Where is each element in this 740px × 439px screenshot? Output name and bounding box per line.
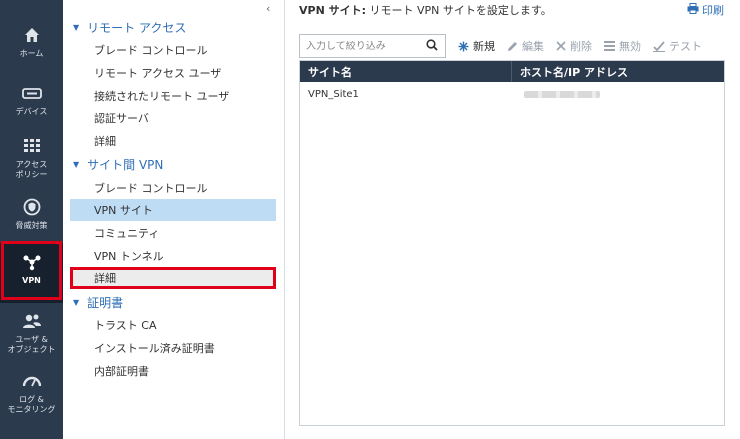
page-title-bold: VPN サイト:	[299, 4, 367, 17]
tree-section-label: リモート アクセス	[87, 20, 187, 35]
test-button[interactable]: テスト	[653, 38, 702, 54]
collapse-panel-button[interactable]: ‹	[266, 2, 270, 15]
vpn-highlight-frame	[1, 241, 62, 300]
tree-item-communities[interactable]: コミュニティ	[70, 222, 276, 244]
pencil-icon	[507, 41, 518, 52]
edit-button[interactable]: 編集	[507, 38, 544, 54]
column-header-site-name[interactable]: サイト名	[300, 61, 512, 82]
page-title: VPN サイト: リモート VPN サイトを設定します。	[299, 2, 552, 18]
search-icon[interactable]	[426, 38, 438, 54]
tree-item-label: VPN トンネル	[94, 250, 164, 263]
nav-logs-label: ログ & モニタリング	[7, 395, 56, 414]
nav-logs[interactable]: ログ & モニタリング	[0, 362, 63, 422]
tree-item-installed-certs[interactable]: インストール済み証明書	[70, 337, 276, 359]
tree-item-label: 接続されたリモート ユーザ	[94, 90, 230, 103]
nav-devices-label: デバイス	[15, 107, 48, 116]
tree-section-site-to-site[interactable]: ▼ サイト間 VPN	[73, 154, 163, 174]
tree-section-remote-access[interactable]: ▼ リモート アクセス	[73, 17, 186, 37]
nav-threat-label: 脅威対策	[15, 221, 48, 230]
tree-item-label: リモート アクセス ユーザ	[94, 67, 222, 80]
nav-access-policy[interactable]: アクセス ポリシー	[0, 127, 63, 187]
tree-item-s2s-blade-control[interactable]: ブレード コントロール	[70, 177, 276, 199]
nav-devices[interactable]: デバイス	[0, 74, 63, 134]
caret-down-icon: ▼	[73, 297, 80, 307]
redacted-address	[524, 90, 600, 98]
tree-item-trusted-ca[interactable]: トラスト CA	[70, 314, 276, 336]
grid-icon	[21, 135, 43, 157]
tree-item-connected-users[interactable]: 接続されたリモート ユーザ	[70, 85, 276, 107]
filter-search-box	[299, 34, 446, 58]
tree-item-auth-servers[interactable]: 認証サーバ	[70, 107, 276, 129]
tree-item-label: VPN サイト	[94, 204, 153, 217]
grid-toolbar: 新規 編集 削除 無効 テスト	[299, 34, 702, 58]
tree-item-label: 認証サーバ	[94, 112, 149, 125]
shield-icon	[21, 196, 43, 218]
delete-label: 削除	[570, 40, 592, 53]
print-icon	[687, 3, 699, 17]
users-icon	[21, 310, 43, 332]
cell-host-ip	[512, 82, 724, 106]
caret-down-icon: ▼	[73, 22, 80, 32]
page-title-description: リモート VPN サイトを設定します。	[366, 4, 552, 17]
nav-users[interactable]: ユーザ & オブジェクト	[0, 302, 63, 362]
grid-header-row: サイト名 ホスト名/IP アドレス	[300, 61, 724, 82]
tree-item-label: トラスト CA	[94, 319, 157, 332]
cell-site-name: VPN_Site1	[308, 88, 359, 100]
tree-item-label: 内部証明書	[94, 365, 149, 378]
new-star-icon	[458, 41, 469, 52]
tree-item-label: インストール済み証明書	[94, 342, 215, 355]
nav-users-label: ユーザ & オブジェクト	[7, 335, 56, 354]
main-nav-rail: ホーム デバイス アクセス ポリシー 脅威対策 VPN ユーザ & オブジェクト…	[0, 0, 63, 439]
tree-item-vpn-tunnels[interactable]: VPN トンネル	[70, 245, 276, 267]
test-label: テスト	[669, 40, 702, 53]
new-button[interactable]: 新規	[458, 38, 495, 54]
print-label: 印刷	[702, 4, 724, 17]
new-label: 新規	[473, 40, 495, 53]
edit-label: 編集	[522, 40, 544, 53]
tree-item-s2s-advanced[interactable]: 詳細	[70, 267, 276, 289]
vpn-navigation-tree: ‹ ▼ リモート アクセス ブレード コントロール リモート アクセス ユーザ …	[63, 0, 285, 439]
gauge-icon	[21, 370, 43, 392]
print-button[interactable]: 印刷	[687, 2, 724, 18]
tree-section-certificates[interactable]: ▼ 証明書	[73, 292, 123, 312]
close-icon	[556, 41, 566, 51]
tree-item-ra-users[interactable]: リモート アクセス ユーザ	[70, 62, 276, 84]
vpn-sites-grid: サイト名 ホスト名/IP アドレス VPN_Site1	[299, 60, 725, 426]
checkmark-icon	[653, 40, 665, 52]
tree-item-internal-certs[interactable]: 内部証明書	[70, 360, 276, 382]
tree-item-vpn-sites[interactable]: VPN サイト	[70, 199, 276, 221]
tree-item-ra-advanced[interactable]: 詳細	[70, 130, 276, 152]
device-icon	[21, 82, 43, 104]
table-row[interactable]: VPN_Site1	[300, 82, 724, 106]
nav-threat[interactable]: 脅威対策	[0, 188, 63, 248]
nav-home-label: ホーム	[19, 49, 44, 58]
nav-access-policy-label: アクセス ポリシー	[15, 160, 48, 179]
tree-item-label: 詳細	[94, 272, 116, 285]
tree-item-label: コミュニティ	[94, 227, 160, 240]
home-icon	[21, 24, 43, 46]
caret-down-icon: ▼	[73, 159, 80, 169]
column-header-host-ip[interactable]: ホスト名/IP アドレス	[512, 61, 724, 82]
filter-input[interactable]	[306, 40, 426, 52]
disable-label: 無効	[619, 40, 641, 53]
disable-button[interactable]: 無効	[604, 38, 641, 54]
tree-item-ra-blade-control[interactable]: ブレード コントロール	[70, 39, 276, 61]
list-icon	[604, 41, 615, 51]
tree-item-label: 詳細	[94, 135, 116, 148]
tree-section-label: 証明書	[87, 295, 124, 310]
tree-section-label: サイト間 VPN	[87, 157, 164, 172]
vpn-sites-page: VPN サイト: リモート VPN サイトを設定します。 印刷 新規 編集	[286, 0, 740, 439]
tree-item-label: ブレード コントロール	[94, 44, 208, 57]
nav-home[interactable]: ホーム	[0, 16, 63, 76]
tree-item-label: ブレード コントロール	[94, 182, 208, 195]
delete-button[interactable]: 削除	[556, 38, 592, 54]
